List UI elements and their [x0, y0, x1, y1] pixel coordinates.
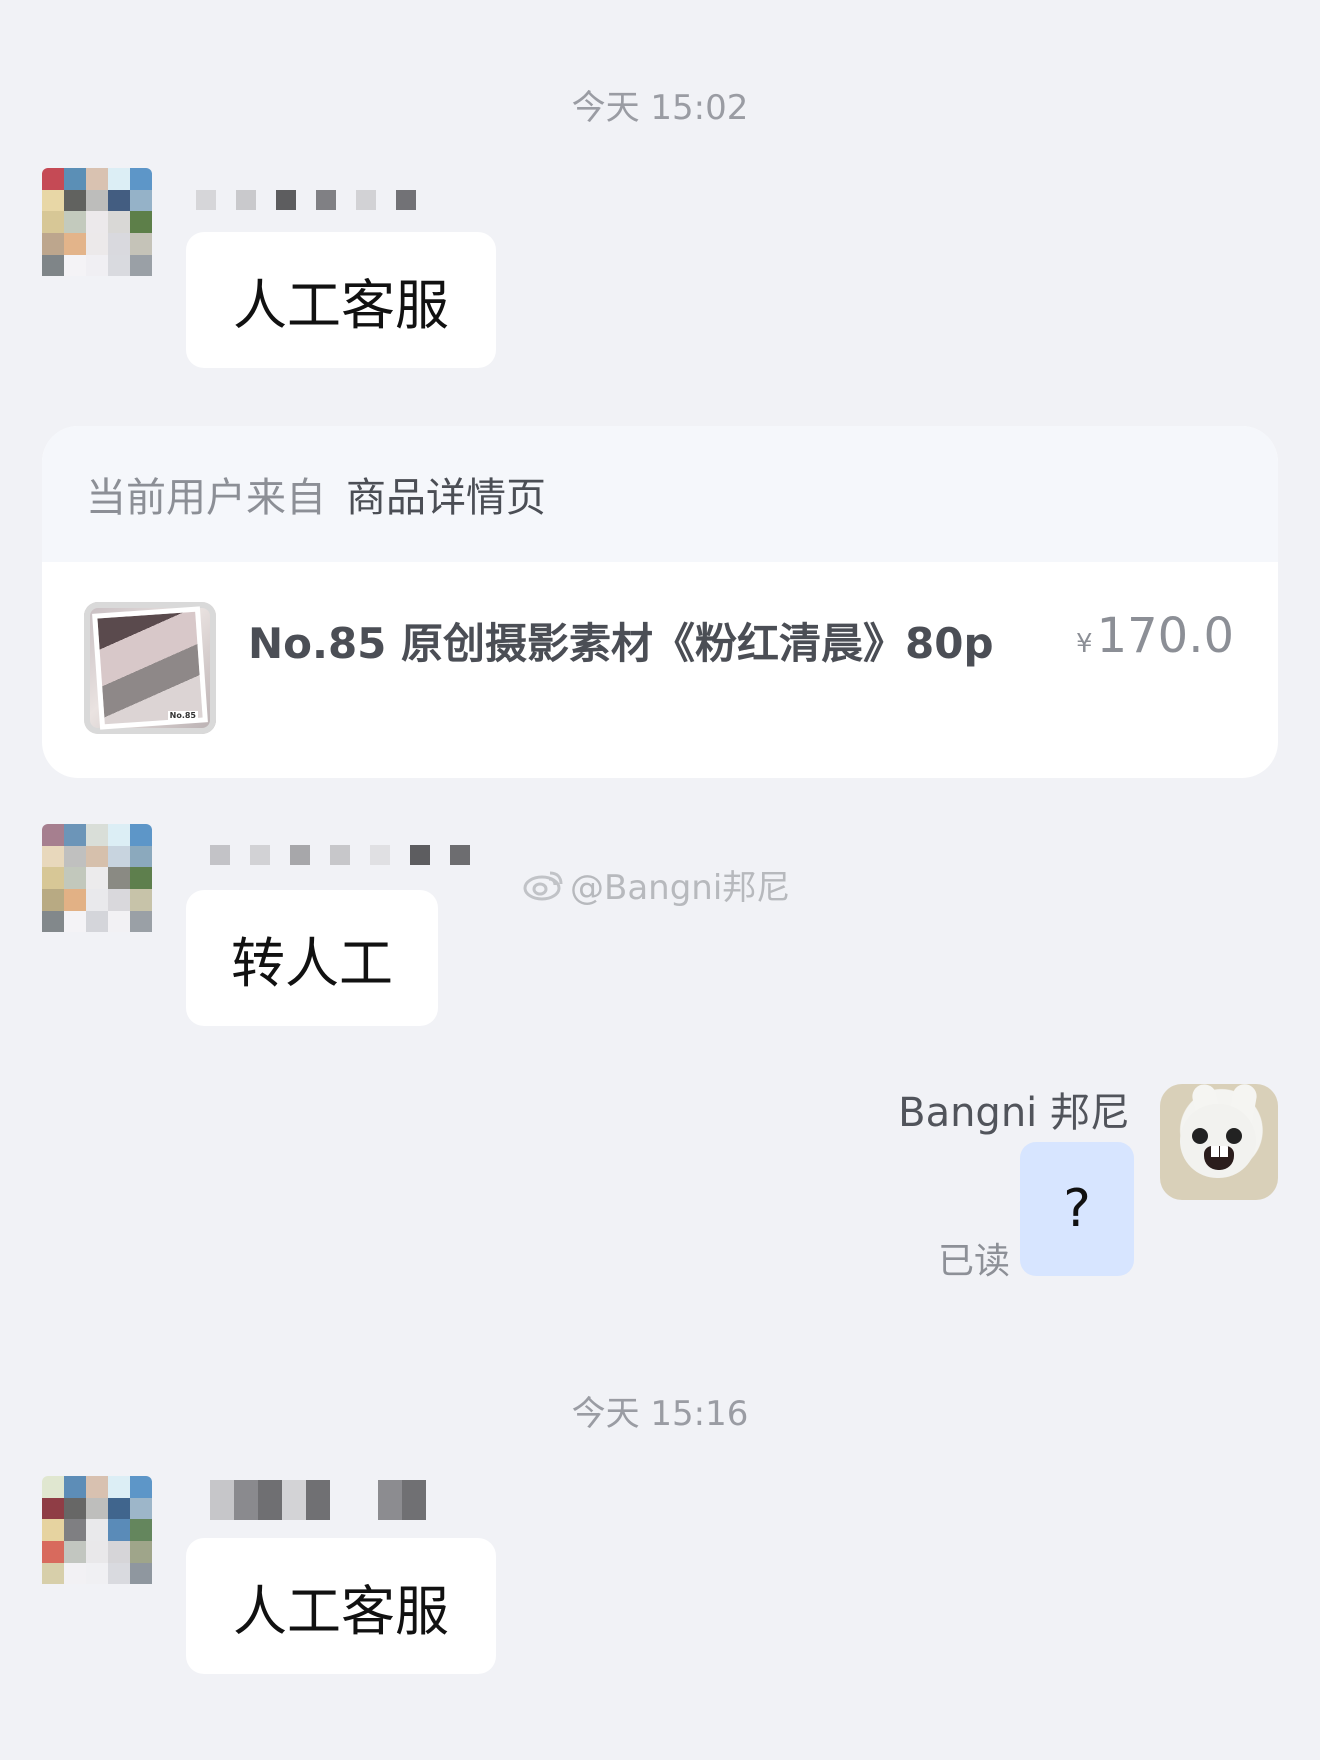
rabbit-face	[1180, 1104, 1256, 1178]
source-label: 当前用户来自	[86, 475, 326, 521]
user-name: Bangni 邦尼	[898, 1090, 1130, 1136]
sender-avatar-3[interactable]	[42, 1476, 152, 1606]
thumbnail-tag: No.85	[167, 711, 198, 720]
incoming-message-3[interactable]: 人工客服	[186, 1538, 496, 1674]
user-avatar[interactable]	[1160, 1084, 1278, 1200]
sender-name-blur-2	[210, 845, 470, 865]
rabbit-eye-right	[1226, 1128, 1242, 1144]
watermark: @Bangni邦尼	[522, 860, 790, 909]
outgoing-message[interactable]: ?	[1020, 1142, 1134, 1276]
time-15-16: 今天 15:16	[571, 1394, 749, 1434]
read-status: 已读	[938, 1241, 1011, 1282]
rabbit-mouth	[1204, 1146, 1234, 1170]
rabbit-eye-left	[1192, 1128, 1208, 1144]
sender-name-blur-1	[196, 190, 416, 210]
weibo-icon	[523, 871, 563, 900]
source-card[interactable]: 当前用户来自 商品详情页 No.85 No.85 原创摄影素材《粉红清晨》80p…	[42, 426, 1278, 778]
source-page: 商品详情页	[346, 475, 546, 521]
sender-avatar-1[interactable]	[42, 168, 152, 298]
rabbit-tooth-left	[1211, 1146, 1219, 1157]
product-price: ¥170.0	[1076, 608, 1234, 664]
watermark-text: @Bangni邦尼	[570, 868, 791, 908]
product-title[interactable]: No.85 原创摄影素材《粉红清晨》80p	[248, 610, 994, 671]
product-thumbnail[interactable]: No.85	[84, 602, 216, 734]
time-15-02: 今天 15:02	[571, 88, 749, 128]
product-row[interactable]: No.85 No.85 原创摄影素材《粉红清晨》80p ¥170.0	[42, 562, 1278, 778]
currency-symbol: ¥	[1076, 629, 1093, 659]
rabbit-tooth-right	[1220, 1146, 1228, 1157]
source-header: 当前用户来自 商品详情页	[42, 426, 1278, 562]
incoming-message-1[interactable]: 人工客服	[186, 232, 496, 368]
price-value: 170.0	[1096, 608, 1234, 664]
incoming-message-2[interactable]: 转人工	[186, 890, 438, 1026]
sender-avatar-2[interactable]	[42, 824, 152, 954]
sender-name-blur-3	[210, 1480, 426, 1520]
